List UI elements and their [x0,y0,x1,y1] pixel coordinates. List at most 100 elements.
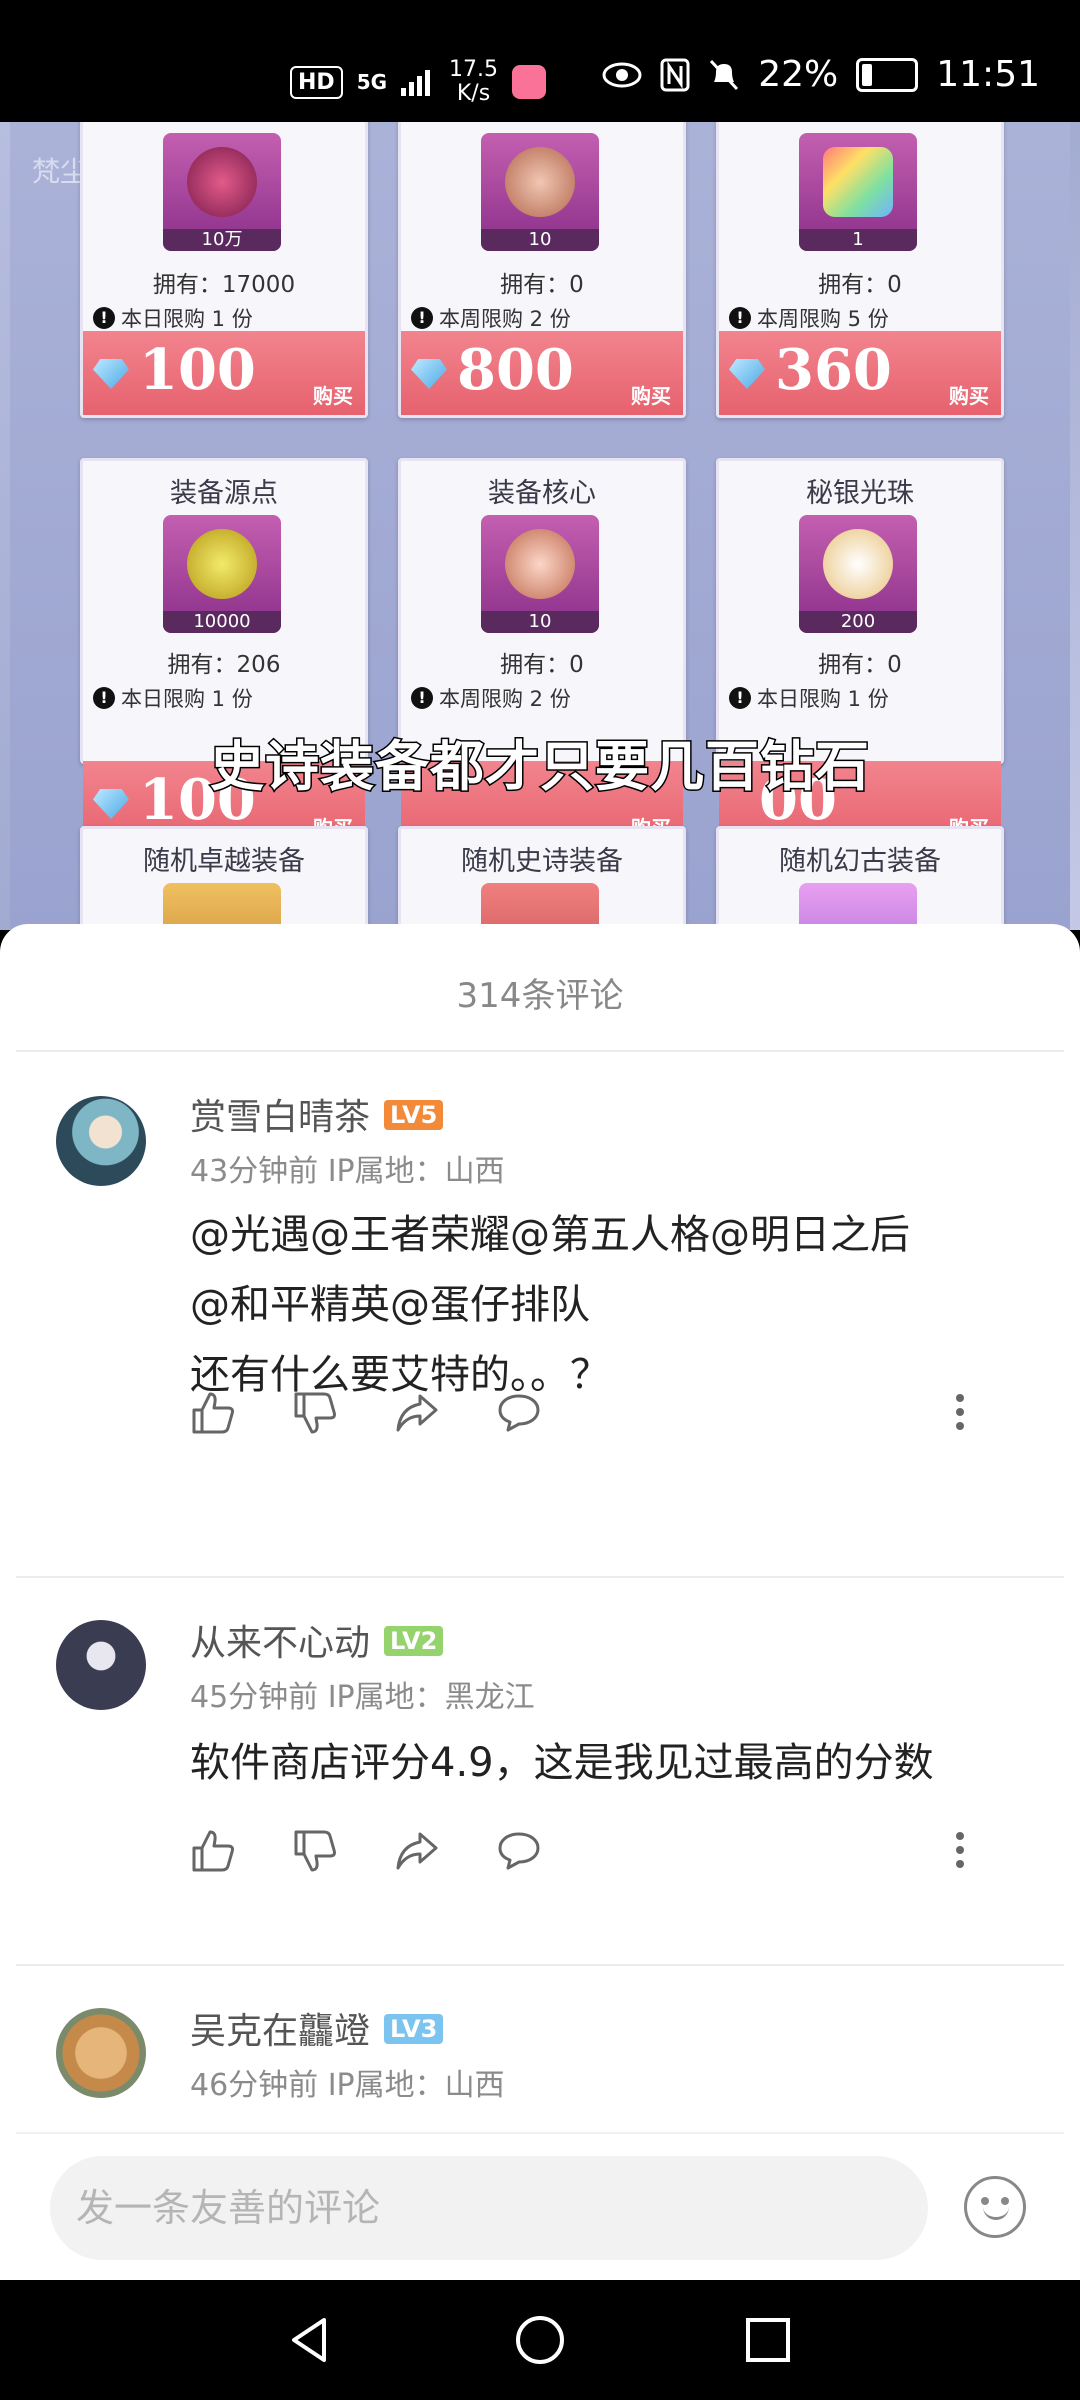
card-title: 装备源点 [170,478,278,509]
price: 100 [139,337,256,403]
back-icon[interactable] [280,2310,340,2370]
item-count: 10 [481,229,599,251]
card-title: 随机卓越装备 [143,846,305,877]
avatar[interactable] [56,1620,146,1710]
alert-icon: ! [729,687,751,709]
shop-card: 装备源点 10000 拥有：206 !本日限购 1 份 100购买 [80,458,368,847]
owned-count: 拥有：0 [500,652,584,678]
purchase-limit-text: 本周限购 2 份 [439,687,571,711]
nfc-icon [660,58,690,91]
comment-body[interactable]: 软件商店评分4.9，这是我见过最高的分数 [190,1728,1050,1798]
price-bar: 100 购买 [83,331,365,415]
comment-username[interactable]: 吴克在龘竳 LV3 [190,2002,444,2054]
shop-card: 10 拥有：0 ! 本周限购 2 份 800 购买 [398,122,686,418]
clock: 11:51 [936,54,1040,95]
thumbs-up-icon[interactable] [190,1828,236,1874]
thumbs-down-icon[interactable] [292,1828,338,1874]
comment-input[interactable]: 发一条友善的评论 [50,2156,928,2260]
comment-line: @光遇@王者荣耀@第五人格@明日之后 [190,1212,910,1258]
diamond-icon [411,359,447,389]
video-frame: 梵尘ฅ 10万 拥有：17000 ! 本日限购 1 份 100 购买 10 拥有：0… [10,122,1070,930]
item-count: 200 [799,611,917,633]
username-text: 吴克在龘竳 [190,2011,371,2052]
price-bar: 360 购买 [719,331,1001,415]
reply-icon[interactable] [496,1390,542,1436]
video-player[interactable]: 梵尘ฅ 10万 拥有：17000 ! 本日限购 1 份 100 购买 10 拥有：0… [0,122,1080,930]
battery-icon [856,57,919,92]
card-title: 随机史诗装备 [461,846,623,877]
price-bar: 800 购买 [401,331,683,415]
comments-count-title: 314条评论 [456,976,624,1016]
net-speed-unit: K/s [456,81,491,106]
signal-icon [401,70,431,96]
thumbs-down-icon[interactable] [292,1390,338,1436]
price: 800 [457,337,574,403]
comment-body[interactable]: @光遇@王者荣耀@第五人格@明日之后 @和平精英@蛋仔排队 还有什么要艾特的。。… [190,1200,1050,1410]
comments-sheet: 314条评论 赏雪白晴茶 LV5 43分钟前 IP属地：山西 @光遇@王者荣耀@第… [0,924,1080,2280]
comment-item: 赏雪白晴茶 LV5 43分钟前 IP属地：山西 @光遇@王者荣耀@第五人格@明日之… [0,1050,1080,1500]
avatar[interactable] [56,2008,146,2098]
purchase-limit: ! 本周限购 2 份 [411,683,571,713]
comment-input-bar: 发一条友善的评论 [0,2150,1080,2280]
card-title: 秘银光珠 [806,478,914,509]
owned-count: 拥有：0 [500,272,584,298]
buy-label: 购买 [949,384,989,408]
item-count: 10万 [163,229,281,251]
alert-icon: ! [93,307,115,329]
status-right: 22% 11:51 [602,54,1040,95]
share-icon[interactable] [394,1390,440,1436]
purchase-limit-text: 本日限购 1 份 [757,687,889,711]
comment-actions [190,1828,542,1874]
item-icon [799,883,917,930]
diamond-icon [729,359,765,389]
net-speed: 17.5 K/s [449,58,498,106]
item-count: 1 [799,229,917,251]
emoji-icon[interactable] [964,2176,1026,2238]
alert-icon: ! [411,687,433,709]
shop-card: 随机幻古装备 [716,826,1004,930]
item-icon [481,883,599,930]
comment-line: @和平精英@蛋仔排队 [190,1282,590,1328]
comment-meta: 45分钟前 IP属地：黑龙江 [190,1680,535,1715]
item-icon [163,883,281,930]
owned-count: 拥有：17000 [152,272,296,298]
purchase-limit-text: 本周限购 5 份 [757,307,889,331]
level-badge: LV2 [384,1626,444,1656]
purchase-limit: ! 本日限购 1 份 [93,683,253,713]
thumbs-up-icon[interactable] [190,1390,236,1436]
purchase-limit: ! 本日限购 1 份 [729,683,889,713]
net-speed-value: 17.5 [449,57,499,82]
shop-card: 随机卓越装备 [80,826,368,930]
more-options-icon[interactable] [954,1826,966,1874]
card-title: 装备核心 [488,478,596,509]
shop-card: 装备核心 10 拥有：0 !本周限购 2 份 购买 [398,458,686,847]
alert-icon: ! [411,307,433,329]
home-icon[interactable] [510,2310,570,2370]
card-title: 随机幻古装备 [779,846,941,877]
shop-card: 随机史诗装备 [398,826,686,930]
reply-icon[interactable] [496,1828,542,1874]
item-count: 10000 [163,611,281,633]
more-options-icon[interactable] [954,1388,966,1436]
avatar[interactable] [56,1096,146,1186]
comment-username[interactable]: 赏雪白晴茶 LV5 [190,1088,444,1140]
shop-card: 10万 拥有：17000 ! 本日限购 1 份 100 购买 [80,122,368,418]
comment-username[interactable]: 从来不心动 LV2 [190,1614,444,1666]
item-icon: 10 [481,515,599,633]
comment-actions [190,1390,542,1436]
hd-icon: HD [290,65,343,99]
comment-line: 软件商店评分4.9，这是我见过最高的分数 [190,1740,934,1786]
buy-label: 购买 [631,384,671,408]
status-bar: HD 5G 17.5 K/s 22% 11:51 [0,0,1080,122]
shop-card: 秘银光珠 200 拥有：0 !本日限购 1 份 00购买 [716,458,1004,847]
share-icon[interactable] [394,1828,440,1874]
comment-meta: 46分钟前 IP属地：山西 [190,2068,505,2103]
recents-icon[interactable] [738,2310,798,2370]
username-text: 赏雪白晴茶 [190,1097,371,1138]
owned-count: 拥有：0 [818,272,902,298]
username-text: 从来不心动 [190,1623,371,1664]
shop-card: 1 拥有：0 ! 本周限购 5 份 360 购买 [716,122,1004,418]
item-icon: 10000 [163,515,281,633]
network-type: 5G [356,70,388,94]
purchase-limit-text: 本周限购 2 份 [439,307,571,331]
